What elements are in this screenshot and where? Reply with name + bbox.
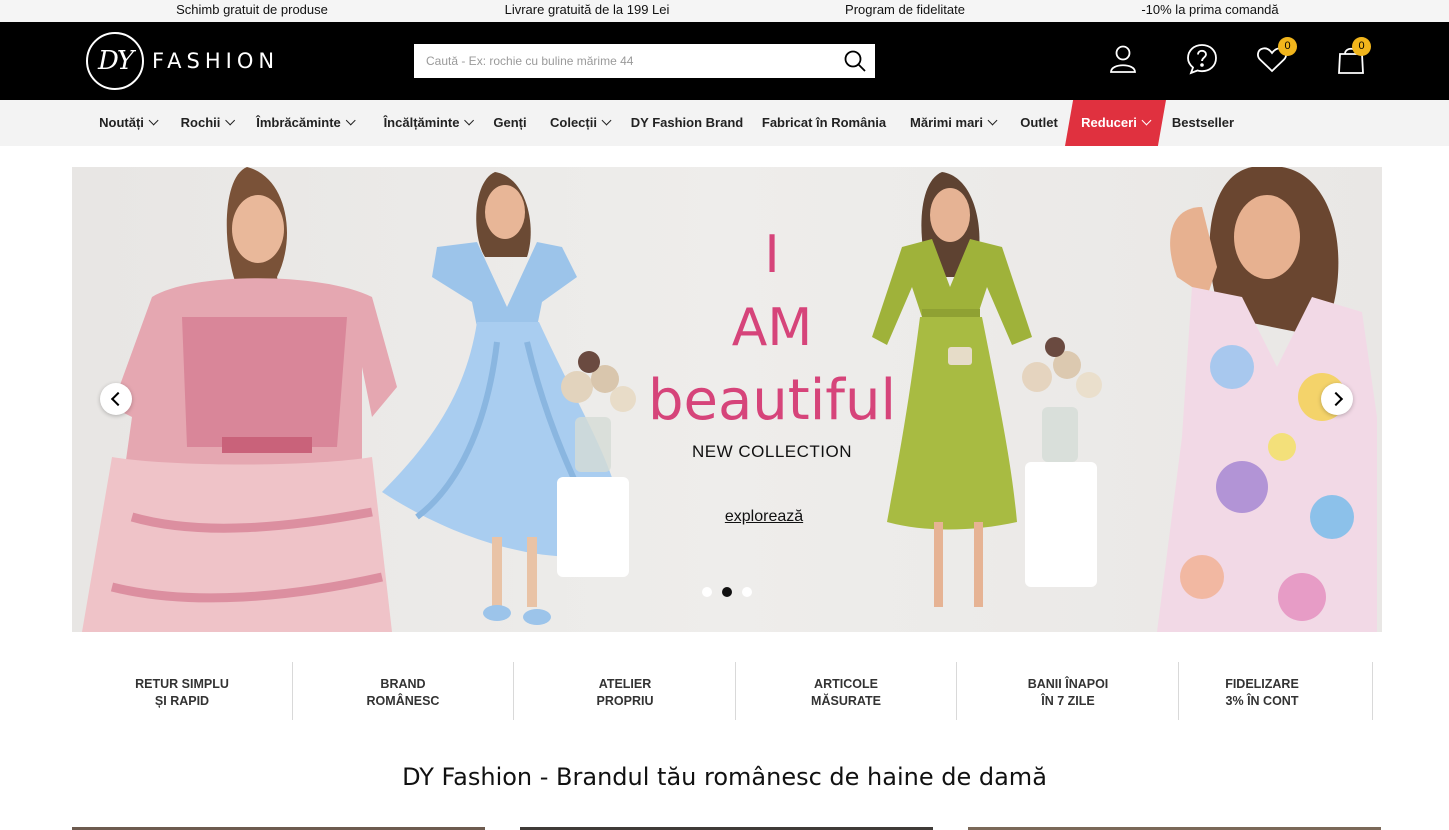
usp-line: RETUR SIMPLU [135,677,229,691]
nav-label: DY Fashion Brand [630,115,744,130]
chevron-down-icon [463,115,474,126]
nav-label: Rochii [180,115,221,130]
nav-item-noutati[interactable]: Noutăți [99,100,159,146]
nav-label: Colecții [550,115,597,130]
usp-line: BANII ÎNAPOI [1027,677,1109,691]
hero-title-line-2: AM [731,298,813,358]
logo-monogram: DY [86,32,144,90]
search-input[interactable] [414,44,834,78]
hero-explore-link[interactable]: explorează [725,508,803,526]
usp-strip: RETUR SIMPLU ȘI RAPID BRAND ROMÂNESC ATELI… [72,662,1382,720]
usp-line: ÎN 7 ZILE [1041,694,1095,708]
main-nav: Noutăți Rochii Îmbrăcăminte Încălțăminte… [0,100,1449,146]
search-box [414,44,875,78]
carousel-prev-button[interactable] [100,383,132,415]
hero-subtitle: NEW COLLECTION [691,442,853,461]
user-icon[interactable] [1106,42,1140,76]
nav-label: Genți [493,115,527,130]
chevron-down-icon [148,115,159,126]
brand-tagline: DY Fashion - Brandul tău românesc de hai… [402,763,1047,791]
nav-label: Îmbrăcăminte [256,115,341,130]
nav-item-fabricat-in-romania[interactable]: Fabricat în România [762,100,886,146]
carousel-pagination [702,587,752,597]
hero-carousel[interactable]: I AM beautiful NEW COLLECTION explorează [72,167,1382,632]
nav-label: Reduceri [1081,115,1137,130]
nav-item-bestseller[interactable]: Bestseller [1172,100,1234,146]
search-icon[interactable] [843,49,867,73]
chevron-down-icon [224,115,235,126]
nav-label: Mărimi mari [910,115,983,130]
nav-label: Outlet [1020,115,1058,130]
usp-easy-return: RETUR SIMPLU ȘI RAPID [72,662,293,720]
promo-free-exchange[interactable]: Schimb gratuit de produse [176,2,328,17]
site-header: DY FASHION 0 0 [0,22,1449,100]
nav-item-rochii[interactable]: Rochii [180,100,235,146]
usp-own-atelier: ATELIER PROPRIU [515,662,736,720]
logo-wordmark: FASHION [152,49,280,73]
nav-sale-label: Reduceri [1065,100,1166,146]
nav-label: Bestseller [1171,115,1235,130]
usp-line: ATELIER [598,677,652,691]
usp-line: ARTICOLE [814,677,878,691]
usp-line: FIDELIZARE [1225,677,1299,691]
nav-label: Fabricat în România [761,115,887,130]
carousel-dot-2[interactable] [722,587,732,597]
nav-item-imbracaminte[interactable]: Îmbrăcăminte [256,100,356,146]
chevron-down-icon [345,115,356,126]
nav-item-outlet[interactable]: Outlet [1020,100,1058,146]
nav-item-genti[interactable]: Genți [493,100,526,146]
usp-line: MĂSURATE [811,694,881,708]
chevron-down-icon [1141,115,1152,126]
flower-vase-image [557,351,636,577]
usp-romanian-brand: BRAND ROMÂNESC [293,662,514,720]
usp-line: ROMÂNESC [366,694,440,708]
usp-line: ȘI RAPID [154,694,210,708]
hero-title-line-3: beautiful [647,368,897,433]
hero-title-line-1: I [764,225,780,285]
carousel-dot-1[interactable] [702,587,712,597]
usp-line: BRAND [380,677,426,691]
usp-money-back: BANII ÎNAPOI ÎN 7 ZILE [958,662,1179,720]
usp-loyalty: FIDELIZARE 3% ÎN CONT [1152,662,1373,720]
nav-item-marimi-mari[interactable]: Mărimi mari [910,100,998,146]
usp-line: 3% ÎN CONT [1225,694,1299,708]
help-icon[interactable] [1185,42,1219,76]
cart-count-badge: 0 [1352,37,1371,56]
carousel-next-button[interactable] [1321,383,1353,415]
nav-item-incaltaminte[interactable]: Încălțăminte [383,100,474,146]
chevron-down-icon [601,115,612,126]
promo-free-delivery[interactable]: Livrare gratuită de la 199 Lei [505,2,670,17]
carousel-dot-3[interactable] [742,587,752,597]
promo-first-order-discount[interactable]: -10% la prima comandă [1141,2,1278,17]
nav-item-dy-fashion-brand[interactable]: DY Fashion Brand [631,100,743,146]
usp-line: PROPRIU [596,694,654,708]
nav-item-colectii[interactable]: Colecții [550,100,612,146]
wishlist-count-badge: 0 [1278,37,1297,56]
usp-measured-items: ARTICOLE MĂSURATE [736,662,957,720]
nav-item-reduceri[interactable]: Reduceri [1065,100,1166,146]
nav-label: Noutăți [99,115,144,130]
promo-loyalty-program[interactable]: Program de fidelitate [845,2,965,17]
promo-bar: Schimb gratuit de produse Livrare gratui… [0,0,1449,22]
nav-label: Încălțăminte [383,115,460,130]
site-logo[interactable]: DY FASHION [86,32,296,90]
chevron-down-icon [987,115,998,126]
